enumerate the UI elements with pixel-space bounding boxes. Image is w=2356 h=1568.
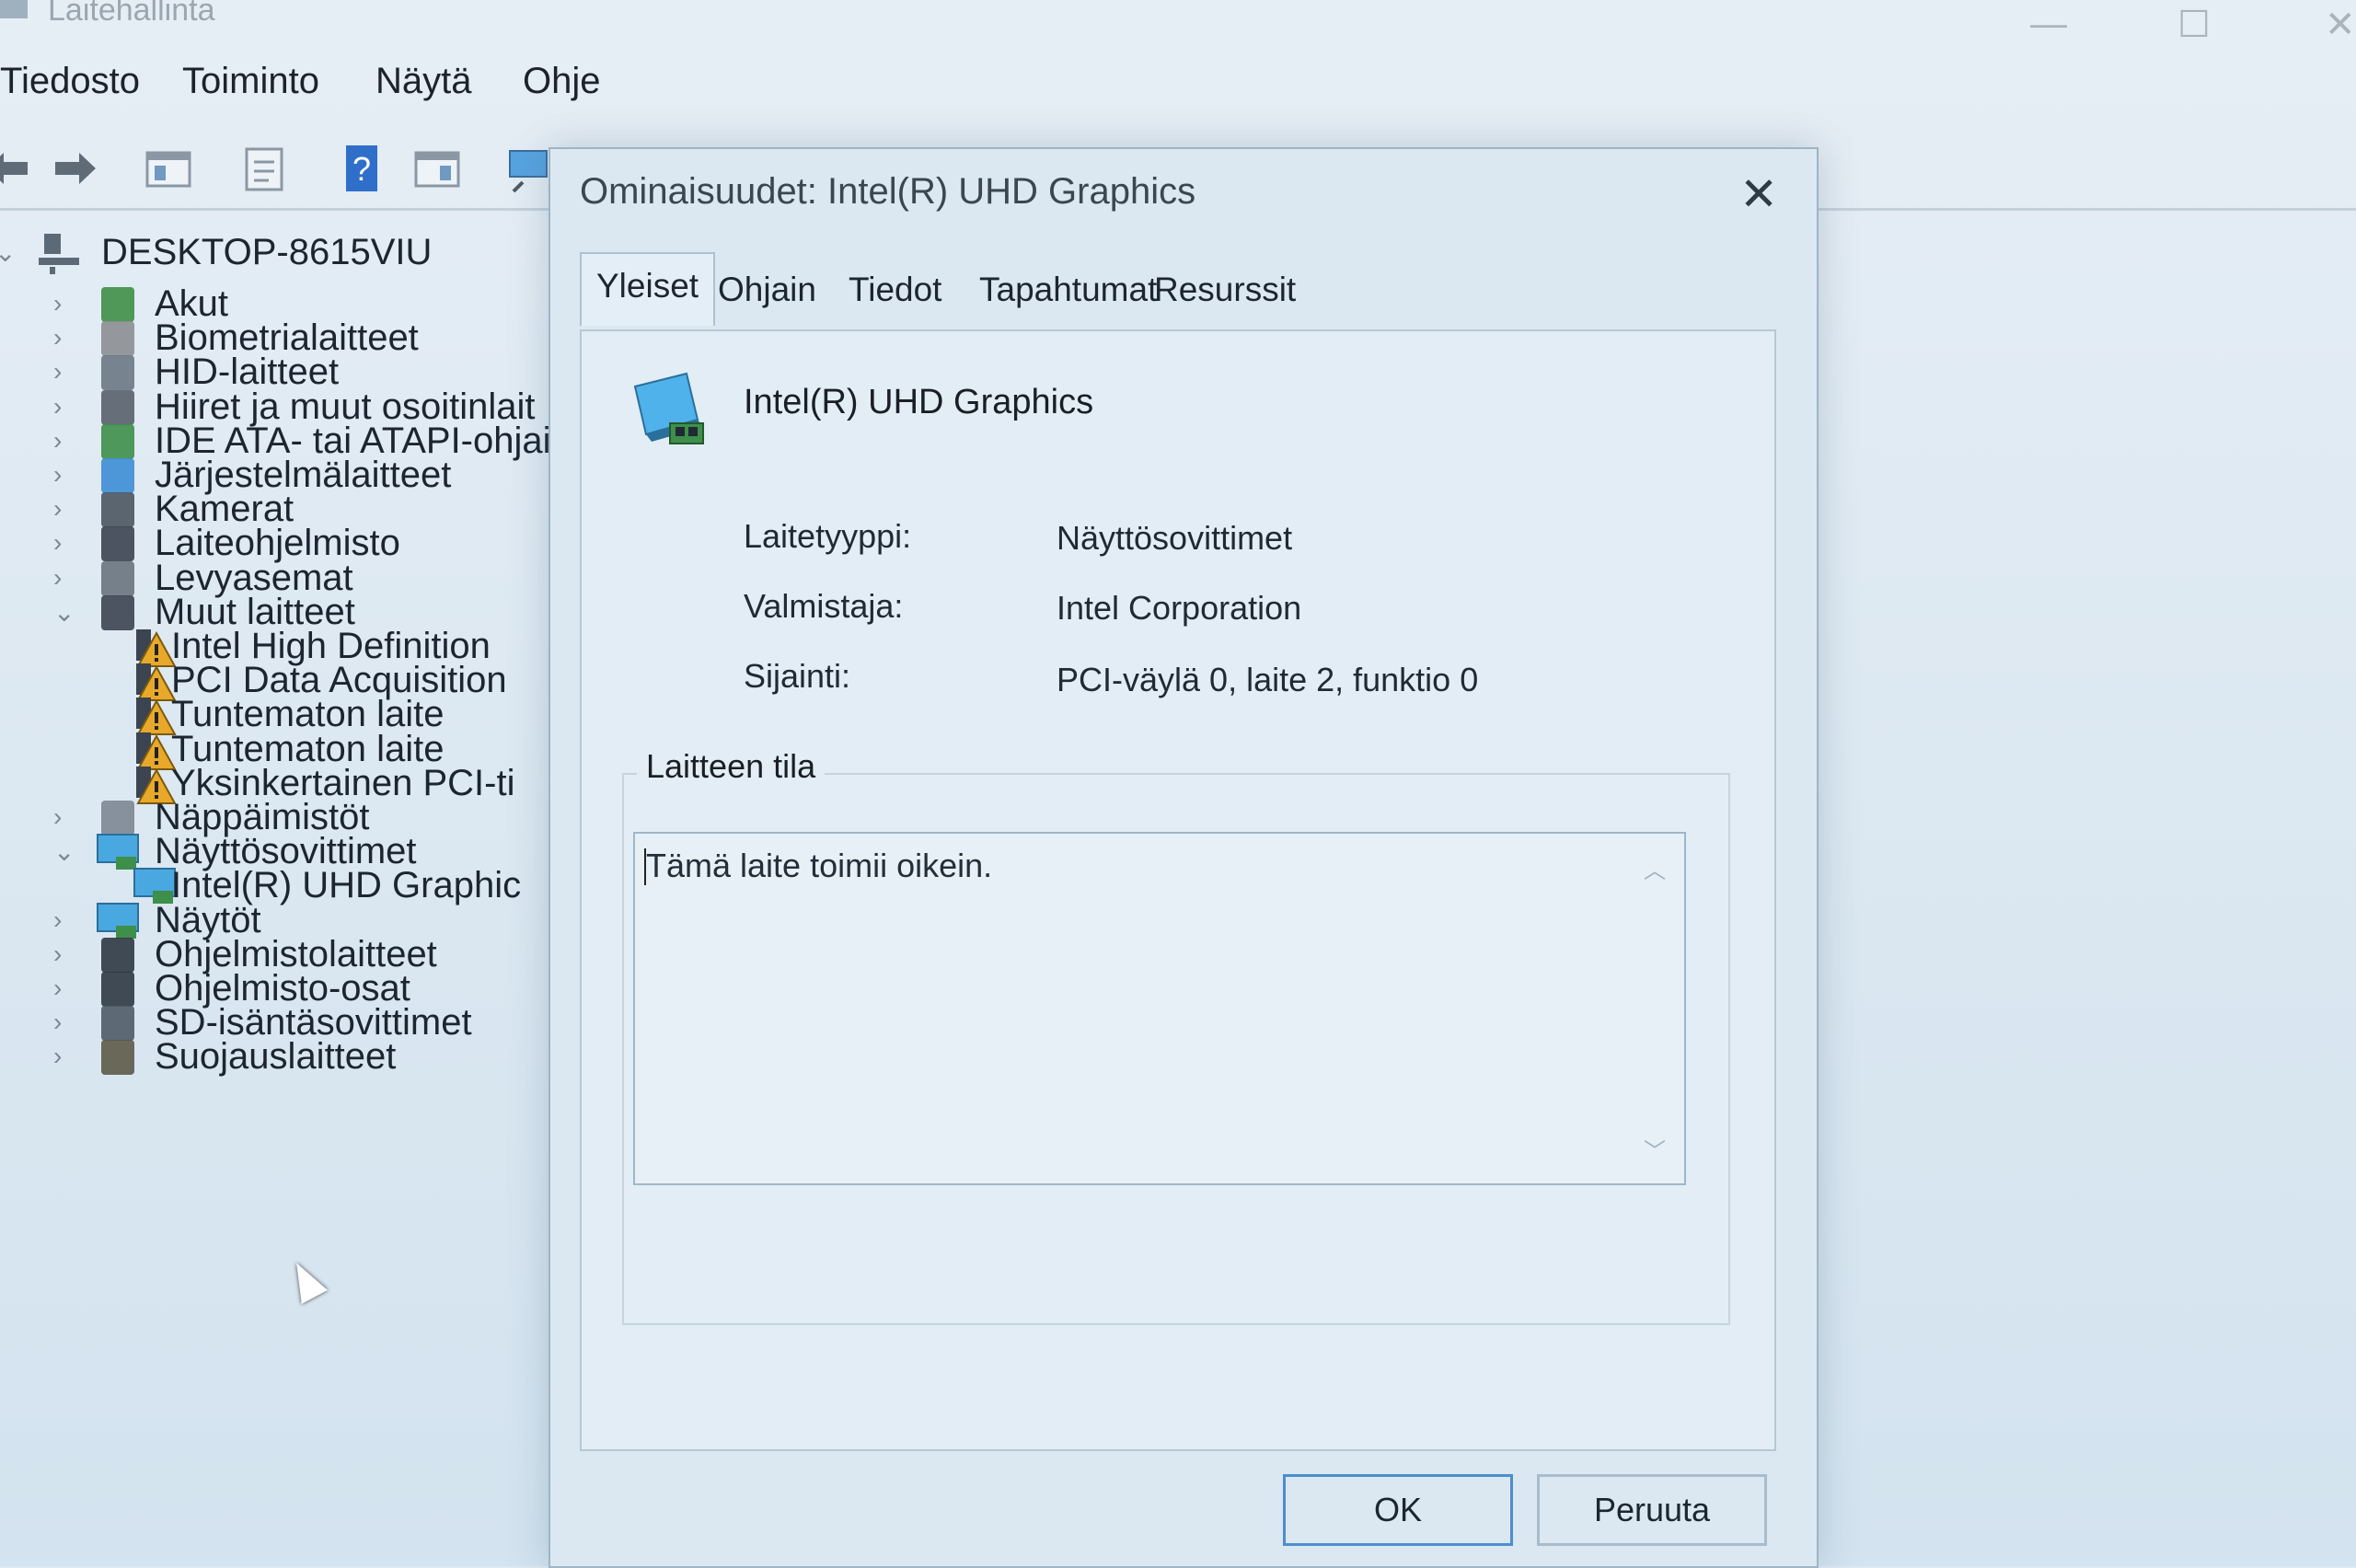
show-hide-tree-icon[interactable] (142, 142, 195, 195)
scroll-up-icon[interactable]: ︿ (1644, 852, 1666, 884)
tab-tiedot[interactable]: Tiedot (849, 258, 941, 322)
forward-arrow-icon[interactable] (48, 142, 101, 195)
chevron-right-icon[interactable]: › (53, 940, 81, 969)
tab-ohjain[interactable]: Ohjain (718, 258, 816, 322)
menu-ohje[interactable]: Ohje (523, 61, 601, 102)
chevron-right-icon[interactable]: › (53, 357, 81, 386)
device-manager-icon (0, 0, 28, 18)
display-adapter-icon (633, 372, 704, 444)
menu-nayta[interactable]: Näytä (375, 61, 472, 102)
scroll-down-icon[interactable]: ﹀ (1644, 1133, 1666, 1165)
device-status-textbox[interactable]: Tämä laite toimii oikein. ︿ ﹀ (633, 832, 1686, 1185)
prop-type-label: Laitetyyppi: (744, 517, 912, 555)
prop-location-label: Sijainti: (744, 657, 851, 695)
computer-icon (39, 234, 79, 274)
chevron-right-icon[interactable]: › (53, 323, 81, 352)
security-device-icon (101, 1040, 134, 1075)
prop-manufacturer-value: Intel Corporation (1057, 589, 1302, 627)
chevron-right-icon[interactable]: › (53, 392, 81, 421)
chevron-right-icon[interactable]: › (53, 1008, 81, 1037)
dialog-close-icon[interactable]: ✕ (1739, 167, 1778, 221)
properties-dialog: Ominaisuudet: Intel(R) UHD Graphics ✕ Yl… (549, 147, 1819, 1568)
close-window-icon[interactable]: ✕ (2325, 4, 2356, 46)
dialog-title: Ominaisuudet: Intel(R) UHD Graphics (580, 171, 1196, 212)
chevron-right-icon[interactable]: › (53, 460, 81, 490)
chevron-right-icon[interactable]: › (53, 974, 81, 1003)
ok-button[interactable]: OK (1283, 1474, 1513, 1546)
chevron-right-icon[interactable]: › (53, 1042, 81, 1071)
tree-item-label: Suojauslaitteet (155, 1036, 397, 1077)
view-pane-icon[interactable] (410, 142, 464, 195)
device-status-group: Laitteen tila Tämä laite toimii oikein. … (622, 747, 1730, 1325)
minimize-icon[interactable]: — (2030, 4, 2067, 45)
tab-tapahtumat[interactable]: Tapahtumat (979, 258, 1157, 322)
device-name: Intel(R) UHD Graphics (744, 383, 1094, 421)
chevron-right-icon[interactable]: › (53, 426, 81, 455)
help-icon[interactable]: ? (335, 142, 388, 195)
chevron-down-icon[interactable]: ⌄ (0, 237, 22, 268)
chevron-right-icon[interactable]: › (53, 802, 81, 832)
tab-resurssit[interactable]: Resurssit (1154, 258, 1296, 322)
chevron-right-icon[interactable]: › (53, 494, 81, 524)
back-arrow-icon[interactable] (0, 142, 35, 195)
prop-manufacturer-label: Valmistaja: (744, 587, 904, 625)
device-status-label: Laitteen tila (637, 747, 826, 786)
prop-type-value: Näyttösovittimet (1057, 519, 1293, 557)
chevron-right-icon[interactable]: › (53, 528, 81, 558)
device-tree: ⌄ DESKTOP-8615VIU › Akut › Biometrialaittee… (0, 221, 552, 1566)
properties-icon[interactable] (237, 142, 291, 195)
menu-toiminto[interactable]: Toiminto (182, 61, 319, 102)
tree-root-label: DESKTOP-8615VIU (101, 232, 433, 272)
general-tab-panel: Intel(R) UHD Graphics Laitetyyppi: Näytt… (580, 329, 1776, 1451)
cancel-button[interactable]: Peruuta (1537, 1474, 1767, 1546)
app-title: Laitehallinta (48, 0, 215, 28)
chevron-down-icon[interactable]: ⌄ (53, 836, 81, 867)
svg-text:?: ? (352, 150, 371, 188)
tab-yleiset[interactable]: Yleiset (580, 252, 716, 326)
title-bar: Laitehallinta — ☐ ✕ (0, 0, 2356, 45)
chevron-right-icon[interactable]: › (53, 289, 81, 318)
maximize-icon[interactable]: ☐ (2177, 4, 2211, 46)
device-status-text: Tämä laite toimii oikein. (646, 847, 993, 884)
dialog-tabs: Yleiset Ohjain Tiedot Tapahtumat Resurss… (580, 252, 1776, 328)
menu-tiedosto[interactable]: Tiedosto (0, 61, 140, 102)
chevron-right-icon[interactable]: › (53, 563, 81, 593)
chevron-right-icon[interactable]: › (53, 905, 81, 935)
prop-location-value: PCI-väylä 0, laite 2, funktio 0 (1057, 661, 1479, 698)
chevron-down-icon[interactable]: ⌄ (53, 597, 81, 628)
